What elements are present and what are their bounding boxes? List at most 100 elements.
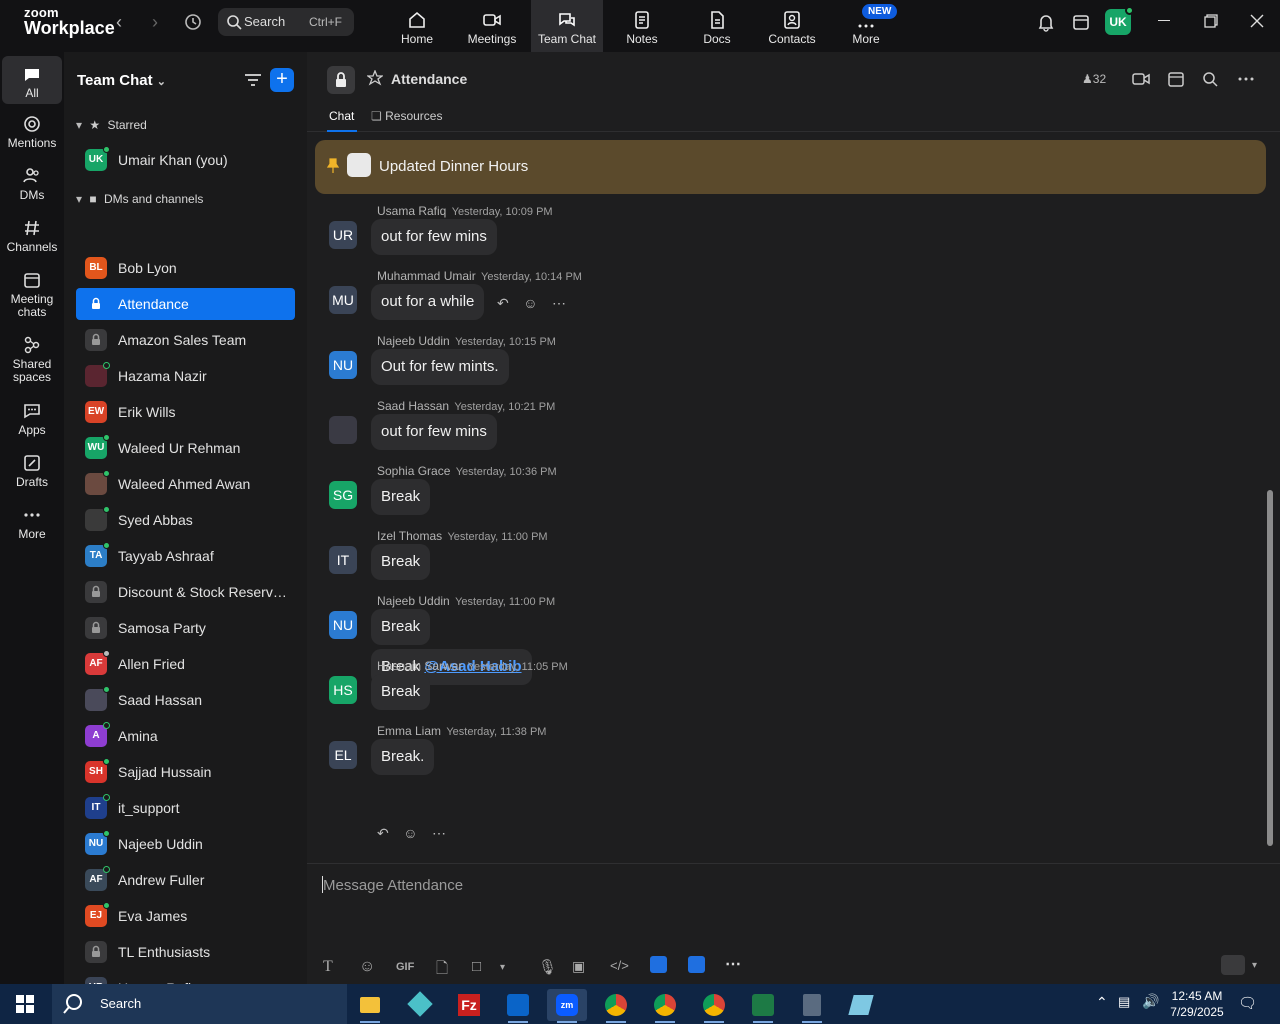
message-author[interactable]: Izel Thomas — [377, 529, 442, 543]
member-count[interactable]: ♟32 — [1082, 72, 1106, 86]
message-avatar[interactable]: IT — [329, 546, 357, 574]
screenshot-icon[interactable]: □ — [472, 958, 481, 975]
file-icon[interactable]: 🗋 — [436, 958, 448, 983]
network-icon[interactable]: ▤ — [1118, 994, 1130, 1010]
emoji-icon[interactable]: ☺ — [359, 958, 375, 976]
emoji-reaction-icon[interactable]: ☺ — [523, 295, 537, 311]
minimize-icon[interactable] — [1158, 20, 1170, 21]
sidebar-item[interactable]: AF Andrew Fuller — [76, 864, 295, 896]
gif-button[interactable]: GIF — [396, 961, 414, 973]
message-avatar[interactable]: NU — [329, 351, 357, 379]
message-author[interactable]: Muhammad Umair — [377, 269, 476, 283]
message-avatar[interactable]: MU — [329, 286, 357, 314]
rail-dms[interactable]: DMs — [2, 166, 62, 202]
message-author[interactable]: Usama Rafiq — [377, 204, 446, 218]
app-blue-2-icon[interactable] — [688, 956, 705, 973]
more-options-icon[interactable] — [1237, 70, 1255, 88]
chevron-down-icon[interactable]: ▾ — [500, 962, 505, 973]
sidebar-item[interactable]: EJ Eva James — [76, 900, 295, 932]
nav-contacts[interactable]: Contacts — [756, 0, 828, 52]
sidebar-item[interactable]: BL Bob Lyon — [76, 252, 295, 284]
sidebar-item[interactable]: SH Sajjad Hussain — [76, 756, 295, 788]
sidebar-item-starred[interactable]: UK Umair Khan (you) — [76, 144, 295, 176]
sidebar-item[interactable]: Hazama Nazir — [76, 360, 295, 392]
nav-docs[interactable]: Docs — [681, 0, 753, 52]
close-icon[interactable] — [1250, 14, 1264, 28]
sidebar-item[interactable]: A Amina — [76, 720, 295, 752]
message-avatar[interactable] — [329, 416, 357, 444]
message-bubble[interactable]: Break — [371, 609, 431, 645]
scrollbar[interactable] — [1267, 490, 1273, 846]
file-explorer-icon[interactable] — [350, 989, 390, 1023]
sidebar-item[interactable]: WU Waleed Ur Rehman — [76, 432, 295, 464]
history-icon[interactable] — [182, 11, 204, 33]
message-bubble[interactable]: Break — [371, 674, 431, 710]
star-icon[interactable] — [367, 70, 383, 86]
sidebar-item[interactable]: EW Erik Wills — [76, 396, 295, 428]
tab-resources[interactable]: ❏ Resources — [371, 109, 442, 123]
new-chat-button[interactable]: + — [270, 68, 294, 92]
message-avatar[interactable]: SG — [329, 481, 357, 509]
windows-start-icon[interactable] — [16, 995, 34, 1013]
sidebar-item[interactable]: AF Allen Fried — [76, 648, 295, 680]
sidebar-item[interactable]: TL Enthusiasts — [76, 936, 295, 968]
message-author[interactable]: Saad Hassan — [377, 399, 449, 413]
nav-notes[interactable]: Notes — [606, 0, 678, 52]
reply-icon[interactable]: ↶ — [377, 825, 389, 841]
video-message-icon[interactable]: ▣ — [572, 958, 585, 975]
code-snippet-icon[interactable]: </> — [610, 958, 629, 973]
message-author[interactable]: Sophia Grace — [377, 464, 450, 478]
sidebar-item[interactable]: Amazon Sales Team — [76, 324, 295, 356]
message-author[interactable]: Emma Liam — [377, 724, 441, 738]
notifications-icon[interactable]: 🗨 — [1238, 994, 1257, 1012]
chevron-up-icon[interactable]: ⌃ — [1096, 994, 1108, 1011]
nav-meetings[interactable]: Meetings — [456, 0, 528, 52]
chrome-icon[interactable] — [645, 989, 685, 1023]
sidebar-item[interactable]: Saad Hassan — [76, 684, 295, 716]
volume-icon[interactable]: 🔊 — [1142, 993, 1159, 1010]
starred-section[interactable]: ▾ ★ Starred — [76, 118, 147, 132]
forward-arrow-icon[interactable]: › — [152, 12, 158, 33]
more-icon[interactable]: ⋯ — [552, 295, 566, 311]
calculator-icon[interactable] — [792, 989, 832, 1023]
message-avatar[interactable]: EL — [329, 741, 357, 769]
message-author[interactable]: Najeeb Uddin — [377, 594, 450, 608]
message-bubble[interactable]: Break — [371, 479, 431, 515]
global-search[interactable]: Search Ctrl+F — [218, 8, 354, 36]
rail-mentions[interactable]: Mentions — [2, 114, 62, 150]
sidebar-item[interactable]: Syed Abbas — [76, 504, 295, 536]
chrome-icon[interactable] — [694, 989, 734, 1023]
sidebar-item[interactable]: TA Tayyab Ashraaf — [76, 540, 295, 572]
more-dots-icon[interactable]: ⋯ — [725, 954, 741, 974]
sidebar-item[interactable]: Attendance — [76, 288, 295, 320]
zoom-taskbar-icon[interactable]: zm — [547, 989, 587, 1023]
app-icon[interactable] — [400, 989, 440, 1021]
nav-team-chat[interactable]: Team Chat — [531, 0, 603, 52]
sidebar-item[interactable]: IT it_support — [76, 792, 295, 824]
sidebar-item[interactable]: Samosa Party — [76, 612, 295, 644]
microphone-icon[interactable]: 🎙 — [538, 958, 557, 976]
app-icon[interactable] — [841, 989, 881, 1021]
filter-icon[interactable] — [244, 72, 262, 88]
back-arrow-icon[interactable]: ‹ — [116, 12, 122, 33]
more-icon[interactable]: ⋯ — [432, 825, 446, 841]
rail-all[interactable]: All — [2, 56, 62, 104]
sidebar-title[interactable]: Team Chat ⌄ — [77, 72, 166, 89]
excel-icon[interactable] — [743, 989, 783, 1023]
sidebar-item[interactable]: Waleed Ahmed Awan — [76, 468, 295, 500]
message-avatar[interactable]: NU — [329, 611, 357, 639]
message-avatar[interactable]: UR — [329, 221, 357, 249]
message-bubble[interactable]: out for few mins — [371, 219, 497, 255]
reply-icon[interactable]: ↶ — [497, 295, 509, 311]
calendar-icon[interactable] — [1167, 70, 1185, 88]
tab-chat[interactable]: Chat — [329, 109, 354, 123]
user-avatar[interactable]: UK — [1105, 6, 1134, 35]
message-author[interactable]: Najeeb Uddin — [377, 334, 450, 348]
send-options-chevron-icon[interactable]: ▾ — [1252, 960, 1257, 971]
send-button[interactable] — [1221, 955, 1245, 975]
rail-shared-spaces[interactable]: Shared spaces — [2, 335, 62, 384]
taskbar-search[interactable]: Search — [52, 984, 347, 1024]
chrome-icon[interactable] — [596, 989, 636, 1023]
format-text-icon[interactable]: T — [323, 958, 333, 976]
sidebar-item[interactable]: NU Najeeb Uddin — [76, 828, 295, 860]
